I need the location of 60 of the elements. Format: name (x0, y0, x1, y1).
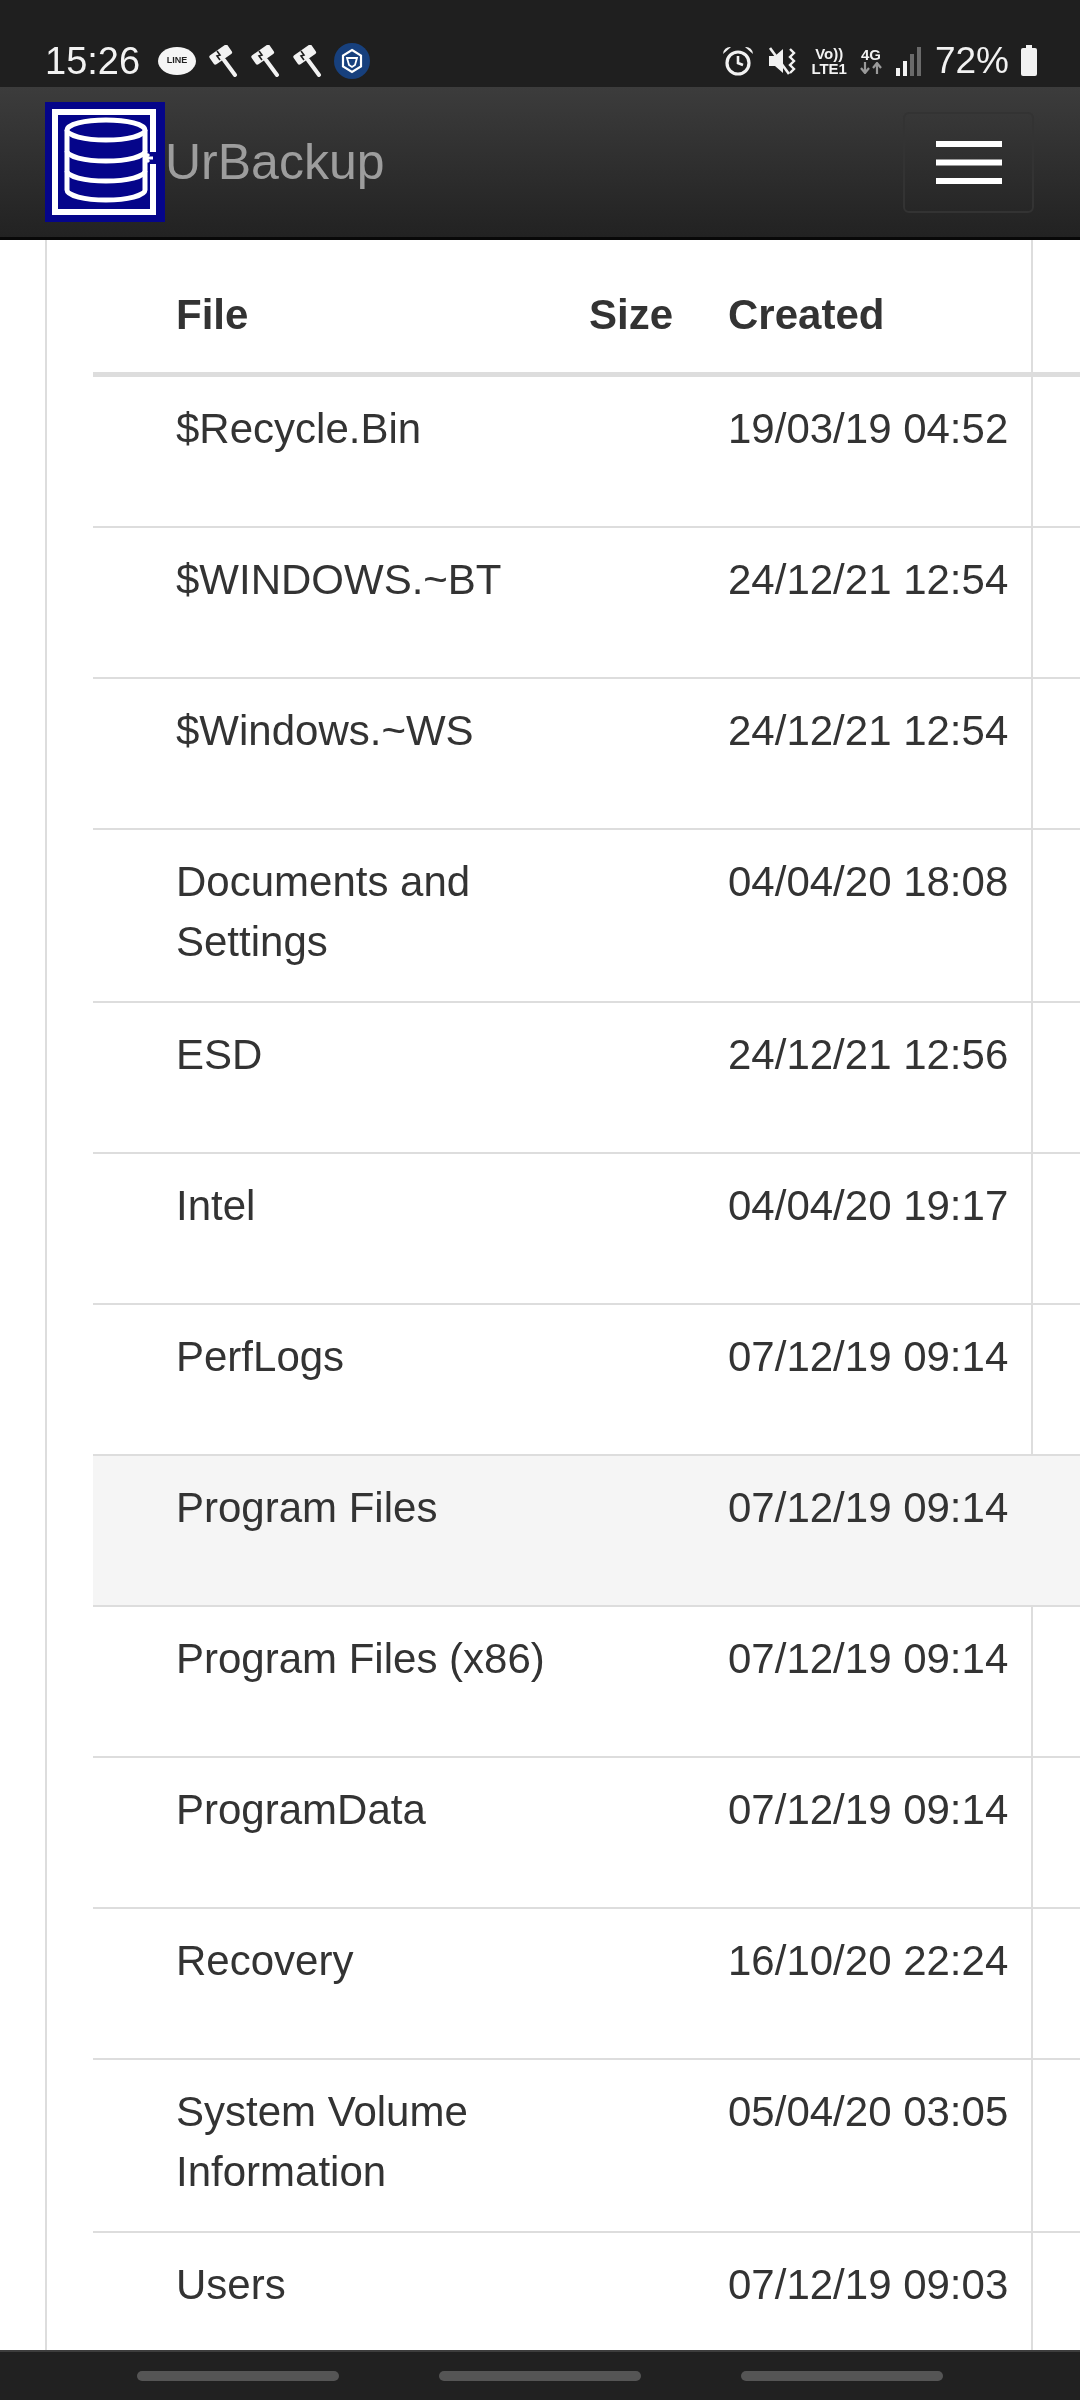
file-row[interactable]: Intel 04/04/20 19:17 (93, 1154, 1080, 1305)
file-row[interactable]: Documents and Settings 04/04/20 18:08 (93, 830, 1080, 1003)
hammer-icon (250, 44, 281, 77)
data-arrows-icon (858, 62, 883, 74)
file-row[interactable]: Recovery 16/10/20 22:24 (93, 1909, 1080, 2060)
file-name-cell: $WINDOWS.~BT (176, 556, 502, 603)
battery-icon (1021, 45, 1037, 76)
column-header: Created (728, 291, 885, 338)
created-date-cell: 24/12/21 12:56 (728, 1031, 1009, 1078)
created-date-cell: 05/04/20 03:05 (728, 2088, 1009, 2135)
created-date-cell: 07/12/19 09:14 (728, 1635, 1009, 1682)
created-date-cell: 07/12/19 09:14 (728, 1786, 1009, 1833)
file-row[interactable]: $Windows.~WS 24/12/21 12:54 (93, 679, 1080, 830)
created-date-cell: 24/12/21 12:54 (728, 556, 1009, 603)
file-row[interactable]: Program Files (x86) 07/12/19 09:14 (93, 1607, 1080, 1758)
created-date-cell: 16/10/20 22:24 (728, 1937, 1009, 1984)
home-nav-icon[interactable] (439, 2371, 641, 2381)
clock-time: 15:26 (45, 41, 141, 80)
file-name-cell: Users (176, 2261, 286, 2308)
alarm-clock-icon (721, 44, 756, 77)
column-header: File (176, 291, 249, 338)
brand-title: UrBackup (165, 137, 385, 187)
file-row[interactable]: $Recycle.Bin 19/03/19 04:52 (93, 377, 1080, 528)
file-row[interactable]: $WINDOWS.~BT 24/12/21 12:54 (93, 528, 1080, 679)
file-row[interactable]: ProgramData 07/12/19 09:14 (93, 1758, 1080, 1909)
file-name-cell: PerfLogs (176, 1333, 345, 1380)
battery-percent: 72% (934, 42, 1009, 79)
created-date-cell: 07/12/19 09:14 (728, 1484, 1009, 1531)
file-row[interactable]: PerfLogs 07/12/19 09:14 (93, 1305, 1080, 1456)
volte-label: Vo)) (815, 45, 844, 61)
file-name-cell: $Recycle.Bin (176, 405, 422, 452)
column-header: Size (588, 291, 673, 338)
menu-icon (935, 140, 1002, 184)
file-name-cell: $Windows.~WS (176, 707, 474, 754)
created-date-cell: 19/03/19 04:52 (728, 405, 1009, 452)
file-row[interactable]: ESD 24/12/21 12:56 (93, 1003, 1080, 1154)
back-nav-icon[interactable] (741, 2371, 943, 2381)
file-row[interactable]: System Volume Information 05/04/20 03:05 (93, 2060, 1080, 2233)
hammer-icon (208, 44, 239, 77)
database-logo-icon (45, 102, 165, 222)
file-name-cell: Program Files (x86) (176, 1635, 545, 1682)
file-name-cell: Documents and Settings (176, 858, 471, 965)
file-name-cell: Recovery (176, 1937, 354, 1984)
created-date-cell: 07/12/19 09:03 (728, 2261, 1009, 2308)
created-date-cell: 24/12/21 12:54 (728, 707, 1009, 754)
chat-app-badge: LINE (158, 46, 197, 75)
file-name-cell: ESD (176, 1031, 263, 1078)
menu-button[interactable] (903, 111, 1034, 213)
file-name-cell: Intel (176, 1182, 256, 1229)
hammer-icon (292, 44, 323, 77)
file-row[interactable]: Program Files 07/12/19 09:14 (93, 1456, 1080, 1607)
created-date-cell: 04/04/20 19:17 (728, 1182, 1009, 1229)
file-name-cell: System Volume Information (176, 2088, 468, 2195)
network-type-label: 4G (860, 47, 881, 62)
signal-icon (894, 45, 923, 76)
created-date-cell: 07/12/19 09:14 (728, 1333, 1009, 1380)
file-name-cell: Program Files (176, 1484, 438, 1531)
created-date-cell: 04/04/20 18:08 (728, 858, 1009, 905)
recents-nav-icon[interactable] (137, 2371, 339, 2381)
file-name-cell: ProgramData (176, 1786, 426, 1833)
